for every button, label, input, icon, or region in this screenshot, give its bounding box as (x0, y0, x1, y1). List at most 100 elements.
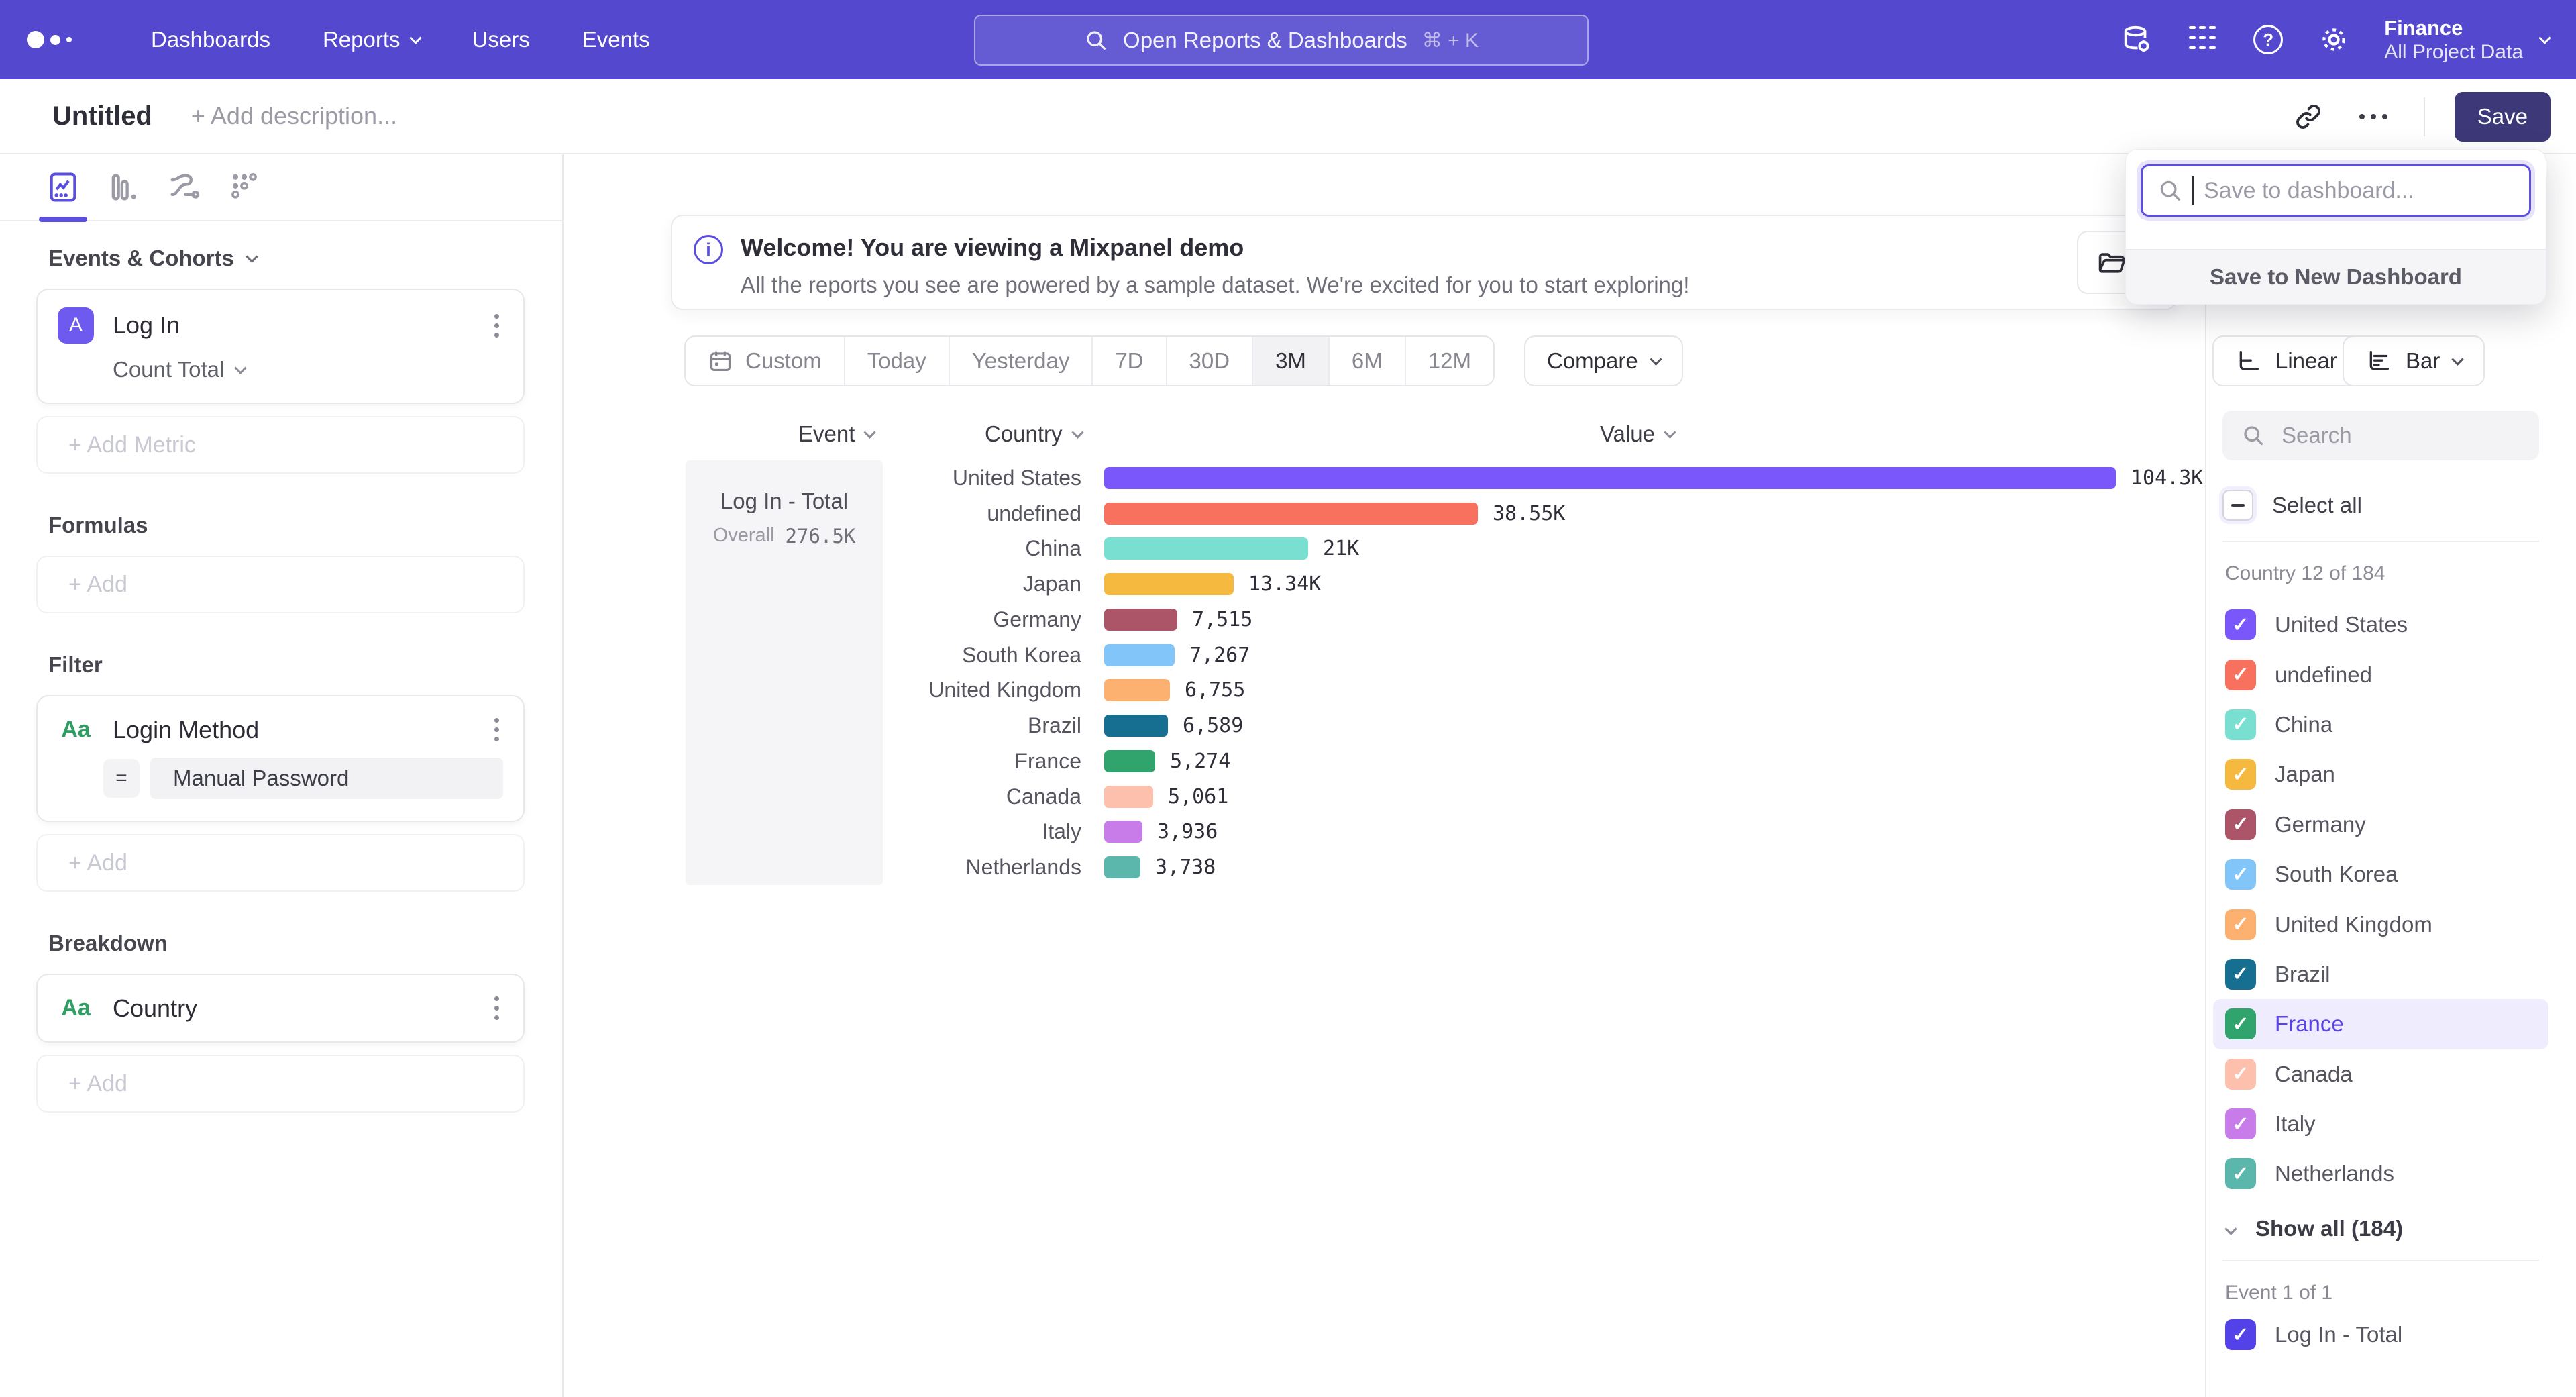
bar-segment[interactable] (1104, 503, 1478, 525)
legend-item-germany[interactable]: Germany (2213, 800, 2548, 849)
breakdown-property-name[interactable]: Country (113, 994, 472, 1023)
column-header-value[interactable]: Value (1600, 421, 1674, 447)
add-filter-button[interactable]: + Add (36, 834, 525, 892)
bar-segment[interactable] (1104, 715, 1168, 737)
event-checkbox[interactable] (2225, 1319, 2256, 1350)
legend-item-italy[interactable]: Italy (2213, 1099, 2548, 1149)
add-description-field[interactable]: + Add description... (191, 102, 397, 130)
range-3m[interactable]: 3M (1253, 337, 1330, 385)
legend-checkbox[interactable] (2225, 609, 2256, 640)
legend-checkbox[interactable] (2225, 709, 2256, 740)
legend-checkbox[interactable] (2225, 909, 2256, 940)
legend-item-south-korea[interactable]: South Korea (2213, 849, 2548, 899)
metric-event-name[interactable]: Log In (113, 311, 472, 340)
nav-item-events[interactable]: Events (582, 27, 650, 52)
legend-checkbox[interactable] (2225, 660, 2256, 690)
column-header-event[interactable]: Event (798, 421, 874, 447)
add-breakdown-button[interactable]: + Add (36, 1055, 525, 1113)
bar-segment[interactable] (1104, 644, 1175, 666)
legend-search-input[interactable]: Search (2222, 411, 2539, 460)
range-yesterday[interactable]: Yesterday (950, 337, 1093, 385)
legend-item-china[interactable]: China (2213, 700, 2548, 749)
bar-value-label: 6,755 (1185, 678, 1245, 702)
nav-item-reports[interactable]: Reports (323, 27, 420, 52)
save-dashboard-search-input[interactable]: Save to dashboard... (2141, 164, 2531, 217)
bar-segment[interactable] (1104, 609, 1177, 631)
search-icon (2157, 178, 2183, 203)
event-legend-row[interactable]: Log In - Total (2225, 1319, 2402, 1350)
add-metric-button[interactable]: + Add Metric (36, 416, 525, 474)
legend-item-united-states[interactable]: United States (2213, 600, 2548, 650)
metric-kebab-icon[interactable] (490, 310, 503, 342)
save-to-new-dashboard-button[interactable]: Save to New Dashboard (2126, 249, 2546, 304)
bar-segment[interactable] (1104, 750, 1155, 772)
compare-button[interactable]: Compare (1524, 335, 1683, 386)
nav-item-dashboards[interactable]: Dashboards (151, 27, 270, 52)
tab-funnels[interactable] (105, 165, 142, 209)
legend-item-brazil[interactable]: Brazil (2213, 949, 2548, 999)
more-actions-icon[interactable] (2353, 107, 2394, 126)
bar-segment[interactable] (1104, 573, 1234, 595)
project-selector[interactable]: Finance All Project Data (2384, 15, 2549, 64)
range-custom[interactable]: Custom (686, 337, 845, 385)
chart-type-dropdown[interactable]: Bar (2343, 335, 2485, 386)
top-nav: Dashboards Reports Users Events Open Report… (0, 0, 2576, 79)
tab-insights[interactable] (44, 165, 82, 209)
settings-gear-icon[interactable] (2318, 24, 2349, 55)
bar-segment[interactable] (1104, 467, 2116, 489)
legend-checkbox[interactable] (2225, 959, 2256, 990)
select-all-checkbox[interactable] (2222, 490, 2253, 521)
legend-checkbox[interactable] (2225, 859, 2256, 890)
filter-kebab-icon[interactable] (490, 714, 503, 745)
range-30d[interactable]: 30D (1167, 337, 1254, 385)
tab-retention[interactable] (225, 165, 263, 209)
range-12m[interactable]: 12M (1406, 337, 1493, 385)
save-button[interactable]: Save (2455, 92, 2551, 142)
metric-aggregation[interactable]: Count Total (113, 357, 503, 382)
legend-item-undefined[interactable]: undefined (2213, 650, 2548, 699)
filter-value[interactable]: Manual Password (150, 758, 503, 799)
legend-checkbox[interactable] (2225, 1158, 2256, 1189)
metric-card[interactable]: A Log In Count Total (36, 289, 525, 404)
mixpanel-logo-icon[interactable] (27, 31, 72, 48)
range-today[interactable]: Today (845, 337, 950, 385)
legend-checkbox[interactable] (2225, 759, 2256, 790)
filter-operator[interactable]: = (103, 759, 140, 798)
bar-row-south-korea: South Korea7,267 (686, 637, 2182, 673)
select-all-row[interactable]: Select all (2222, 490, 2362, 521)
bar-segment[interactable] (1104, 786, 1153, 808)
data-management-icon[interactable] (2121, 24, 2152, 55)
add-formula-button[interactable]: + Add (36, 556, 525, 613)
copy-link-icon[interactable] (2294, 102, 2323, 132)
filter-property-name[interactable]: Login Method (113, 716, 472, 744)
column-header-country[interactable]: Country (985, 421, 1082, 447)
bar-segment[interactable] (1104, 537, 1308, 560)
breakdown-card[interactable]: Aa Country (36, 974, 525, 1043)
legend-item-netherlands[interactable]: Netherlands (2213, 1149, 2548, 1198)
legend-item-france[interactable]: France (2213, 999, 2548, 1049)
tab-flows[interactable] (165, 165, 203, 209)
global-search-input[interactable]: Open Reports & Dashboards ⌘ + K (974, 15, 1589, 66)
search-icon (2241, 423, 2265, 448)
events-cohorts-label[interactable]: Events & Cohorts (48, 246, 525, 271)
filter-card[interactable]: Aa Login Method = Manual Password (36, 695, 525, 822)
help-icon[interactable]: ? (2253, 24, 2284, 55)
bar-segment[interactable] (1104, 856, 1140, 878)
legend-item-canada[interactable]: Canada (2213, 1049, 2548, 1099)
bar-segment[interactable] (1104, 821, 1142, 843)
legend-checkbox[interactable] (2225, 809, 2256, 840)
legend-item-japan[interactable]: Japan (2213, 749, 2548, 799)
legend-checkbox[interactable] (2225, 1008, 2256, 1039)
range-6m[interactable]: 6M (1330, 337, 1406, 385)
apps-grid-icon[interactable] (2187, 24, 2218, 55)
legend-checkbox[interactable] (2225, 1108, 2256, 1139)
show-all-toggle[interactable]: Show all (184) (2226, 1216, 2403, 1241)
legend-item-united-kingdom[interactable]: United Kingdom (2213, 899, 2548, 949)
nav-item-users[interactable]: Users (472, 27, 530, 52)
report-title[interactable]: Untitled (52, 101, 152, 132)
breakdown-kebab-icon[interactable] (490, 992, 503, 1024)
bar-segment[interactable] (1104, 679, 1170, 701)
bar-row-united-states: United States104.3K (686, 460, 2182, 496)
legend-checkbox[interactable] (2225, 1059, 2256, 1090)
range-7d[interactable]: 7D (1093, 337, 1167, 385)
